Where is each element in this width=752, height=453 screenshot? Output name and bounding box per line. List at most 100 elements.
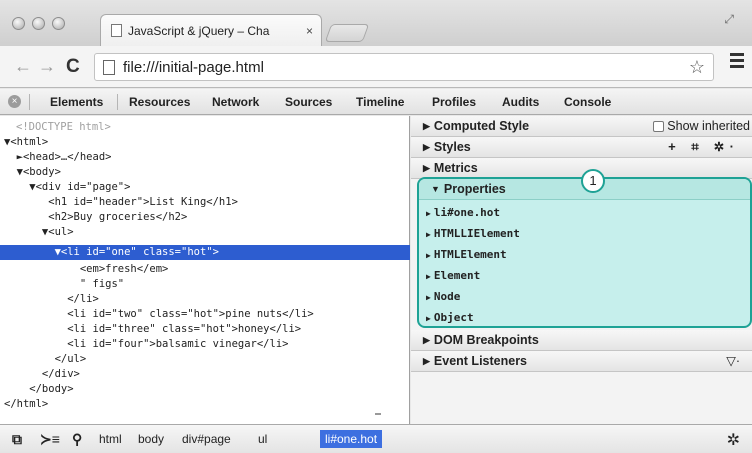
toolbar-divider bbox=[117, 94, 118, 110]
expand-arrow-icon: ▶ bbox=[426, 293, 431, 302]
dom-line[interactable]: " figs" bbox=[4, 277, 124, 291]
dom-line[interactable]: ▼<ul> bbox=[4, 225, 74, 239]
property-label: Element bbox=[433, 269, 481, 282]
expand-arrow-icon: ▶ bbox=[423, 121, 430, 131]
minimize-window-button[interactable] bbox=[32, 17, 45, 30]
tab-console[interactable]: Console bbox=[564, 95, 611, 109]
dom-line[interactable]: </div> bbox=[4, 367, 80, 381]
reload-button[interactable]: C bbox=[66, 56, 80, 78]
property-label: Node bbox=[433, 290, 461, 303]
new-tab-button[interactable] bbox=[324, 24, 370, 42]
pane-title: Styles bbox=[433, 140, 471, 154]
dom-line[interactable]: <li id="two" class="hot">pine nuts</li> bbox=[4, 307, 314, 321]
toolbar-divider bbox=[29, 93, 30, 110]
dom-line[interactable]: ►<head>…</head> bbox=[4, 150, 112, 164]
dom-line[interactable]: <em>fresh</em> bbox=[4, 262, 169, 276]
checkbox-icon[interactable] bbox=[653, 120, 665, 132]
expand-arrow-icon: ▶ bbox=[426, 314, 431, 323]
dom-line[interactable]: <!DOCTYPE html> bbox=[16, 120, 111, 134]
dom-line[interactable]: <h1 id="header">List King</h1> bbox=[4, 195, 238, 209]
property-item[interactable]: ▶ Node bbox=[426, 286, 460, 307]
hamburger-menu-icon[interactable] bbox=[730, 53, 744, 71]
property-item[interactable]: ▶ Element bbox=[426, 265, 480, 286]
computed-style-header[interactable]: ▶ Computed Style Show inherited bbox=[411, 116, 752, 137]
show-inherited-label: Show inherited bbox=[667, 119, 750, 133]
devtools-statusbar: ⧉ ≻≡ ⚲ html body div#page ul li#one.hot … bbox=[0, 424, 752, 453]
console-drawer-icon[interactable]: ≻≡ bbox=[40, 431, 60, 448]
property-label: HTMLLIElement bbox=[433, 227, 520, 240]
back-button[interactable]: ← bbox=[14, 56, 32, 77]
tab-timeline[interactable]: Timeline bbox=[356, 95, 404, 109]
dom-breakpoints-header[interactable]: ▶ DOM Breakpoints bbox=[411, 330, 752, 351]
breadcrumb-item[interactable]: html bbox=[99, 432, 122, 446]
zoom-window-button[interactable] bbox=[52, 17, 65, 30]
window-titlebar: JavaScript & jQuery – Cha × ⤢ bbox=[0, 0, 752, 46]
dom-line[interactable]: </html> bbox=[4, 397, 48, 411]
page-icon bbox=[103, 59, 115, 75]
tab-close-icon[interactable]: × bbox=[306, 24, 313, 38]
address-toolbar: ← → C file:///initial-page.html ☆ bbox=[0, 46, 752, 88]
bookmark-star-icon[interactable]: ☆ bbox=[689, 57, 705, 78]
scroll-indicator bbox=[375, 413, 381, 415]
dom-line[interactable]: <li id="four">balsamic vinegar</li> bbox=[4, 337, 288, 351]
dom-line[interactable]: <h2>Buy groceries</h2> bbox=[4, 210, 187, 224]
pane-title: Properties bbox=[443, 182, 506, 196]
callout-marker: 1 bbox=[581, 169, 605, 193]
tab-network[interactable]: Network bbox=[212, 95, 259, 109]
styles-header[interactable]: ▶ Styles + ⌗ ✲· bbox=[411, 137, 752, 158]
elements-sidebar: ▶ Computed Style Show inherited ▶ Styles +… bbox=[411, 116, 752, 424]
property-item[interactable]: ▶ HTMLLIElement bbox=[426, 223, 520, 244]
dom-line[interactable]: </li> bbox=[4, 292, 99, 306]
fullscreen-icon[interactable]: ⤢ bbox=[724, 12, 734, 27]
tab-resources[interactable]: Resources bbox=[129, 95, 190, 109]
close-window-button[interactable] bbox=[12, 17, 25, 30]
expand-arrow-icon: ▶ bbox=[423, 163, 430, 173]
breadcrumb-item[interactable]: div#page bbox=[182, 432, 231, 446]
devtools-close-icon[interactable]: × bbox=[8, 95, 21, 108]
pane-title: Metrics bbox=[433, 161, 478, 175]
document-icon bbox=[111, 24, 122, 37]
tab-title: JavaScript & jQuery – Cha bbox=[128, 23, 270, 38]
devtools-toolbar: × Elements Resources Network Sources Tim… bbox=[0, 89, 752, 115]
property-item[interactable]: ▶ li#one.hot bbox=[426, 202, 500, 223]
browser-tab[interactable]: JavaScript & jQuery – Cha × bbox=[100, 14, 322, 46]
tab-profiles[interactable]: Profiles bbox=[432, 95, 476, 109]
dom-line[interactable]: <li id="three" class="hot">honey</li> bbox=[4, 322, 301, 336]
show-inherited-checkbox[interactable]: Show inherited bbox=[653, 116, 750, 136]
settings-gear-icon[interactable]: ✲ bbox=[727, 430, 740, 450]
tab-elements[interactable]: Elements bbox=[50, 95, 103, 109]
url-text: file:///initial-page.html bbox=[123, 58, 264, 76]
dom-line[interactable]: ▼<html> bbox=[4, 135, 48, 149]
dom-line[interactable]: </body> bbox=[4, 382, 73, 396]
pane-title: Event Listeners bbox=[433, 354, 528, 368]
breadcrumb-item[interactable]: ul bbox=[258, 432, 267, 446]
dom-line[interactable]: ▼<body> bbox=[4, 165, 61, 179]
expand-arrow-icon: ▶ bbox=[423, 142, 430, 152]
dom-line[interactable]: </ul> bbox=[4, 352, 87, 366]
address-bar[interactable]: file:///initial-page.html ☆ bbox=[94, 53, 714, 81]
property-item[interactable]: ▶ Object bbox=[426, 307, 474, 328]
expand-arrow-icon: ▶ bbox=[423, 335, 430, 345]
expand-arrow-icon: ▶ bbox=[423, 356, 430, 366]
elements-dom-tree[interactable]: <!DOCTYPE html> ▼<html> ►<head>…</head> … bbox=[0, 116, 410, 424]
dock-icon[interactable]: ⧉ bbox=[12, 431, 22, 448]
dom-line-selected[interactable]: ▼<li id="one" class="hot"> bbox=[4, 245, 219, 259]
property-label: Object bbox=[433, 311, 474, 324]
expand-arrow-icon: ▶ bbox=[426, 230, 431, 239]
tab-sources[interactable]: Sources bbox=[285, 95, 332, 109]
dom-line[interactable]: ▼<div id="page"> bbox=[4, 180, 130, 194]
breadcrumb-item[interactable]: body bbox=[138, 432, 164, 446]
expand-arrow-icon: ▶ bbox=[426, 272, 431, 281]
filter-icon[interactable]: ▽· bbox=[726, 351, 740, 371]
property-item[interactable]: ▶ HTMLElement bbox=[426, 244, 507, 265]
pane-title: Computed Style bbox=[433, 119, 530, 133]
forward-button[interactable]: → bbox=[38, 56, 56, 77]
collapse-arrow-icon: ▼ bbox=[431, 184, 440, 194]
tab-audits[interactable]: Audits bbox=[502, 95, 539, 109]
expand-arrow-icon: ▶ bbox=[426, 251, 431, 260]
breadcrumb-item-active[interactable]: li#one.hot bbox=[320, 430, 383, 448]
styles-tools-icons[interactable]: + ⌗ ✲· bbox=[668, 137, 740, 157]
expand-arrow-icon: ▶ bbox=[426, 209, 431, 218]
search-icon[interactable]: ⚲ bbox=[72, 431, 82, 448]
event-listeners-header[interactable]: ▶ Event Listeners ▽· bbox=[411, 351, 752, 372]
